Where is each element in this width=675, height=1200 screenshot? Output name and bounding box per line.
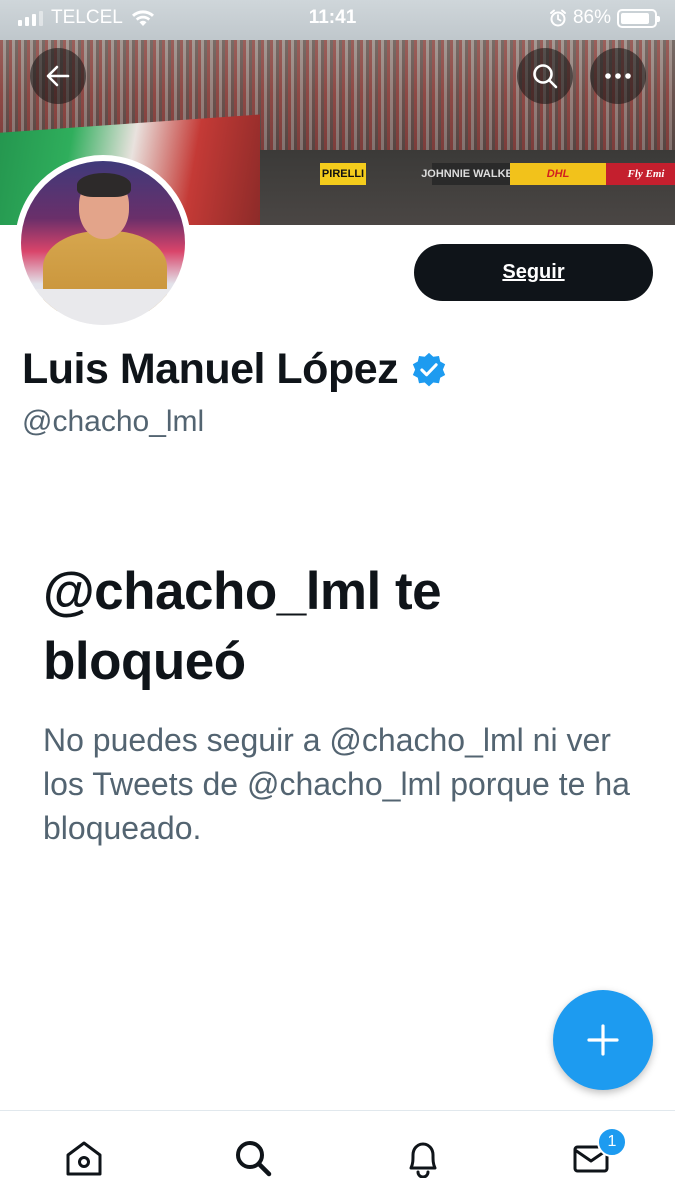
cellular-signal-icon	[18, 10, 43, 26]
ellipsis-icon	[605, 73, 631, 79]
ad-johnnie-walker: JOHNNIE WALKER	[421, 163, 521, 185]
search-button[interactable]	[517, 48, 573, 104]
blocked-title: @chacho_lml te bloqueó	[43, 562, 442, 691]
ad-dhl: DHL	[510, 163, 606, 185]
avatar-desk	[21, 289, 185, 325]
avatar-hair	[77, 173, 131, 197]
status-right: 86%	[437, 7, 660, 29]
ad-pirelli: PIRELLI	[320, 163, 366, 185]
arrow-left-icon	[46, 65, 70, 87]
follow-button[interactable]: Seguir	[414, 244, 653, 301]
display-name: Luis Manuel López	[22, 345, 399, 393]
profile-avatar[interactable]	[15, 155, 191, 331]
nav-home[interactable]	[59, 1133, 109, 1183]
ad-fly-emirates: Fly Emi	[606, 163, 675, 185]
carrier-name: TELCEL	[51, 7, 123, 28]
battery-fill	[621, 12, 649, 24]
messages-badge: 1	[597, 1127, 627, 1157]
battery-icon	[617, 8, 660, 28]
bottom-navigation	[0, 1110, 675, 1200]
profile-handle: @chacho_lml	[22, 405, 205, 438]
nav-search[interactable]	[228, 1133, 278, 1183]
more-options-button[interactable]	[590, 48, 646, 104]
profile-name-row: Luis Manuel López	[22, 345, 448, 394]
home-icon	[66, 1141, 102, 1176]
battery-percent: 86%	[572, 7, 611, 28]
wifi-icon	[131, 10, 154, 26]
status-time: 11:41	[308, 7, 357, 28]
avatar-image	[21, 161, 185, 325]
blocked-message: No puedes seguir a @chacho_lml ni ver lo…	[43, 722, 630, 846]
search-icon	[533, 64, 558, 89]
verified-badge-icon[interactable]	[410, 351, 448, 389]
search-icon	[236, 1141, 272, 1177]
back-button[interactable]	[30, 48, 86, 104]
status-left: TELCEL	[18, 7, 258, 29]
compose-tweet-button[interactable]	[553, 990, 653, 1090]
status-bar: TELCEL 11:41 86%	[0, 0, 675, 36]
nav-notifications[interactable]	[398, 1133, 448, 1183]
alarm-icon	[549, 9, 566, 27]
plus-icon	[587, 1024, 619, 1056]
bell-icon	[409, 1142, 437, 1178]
